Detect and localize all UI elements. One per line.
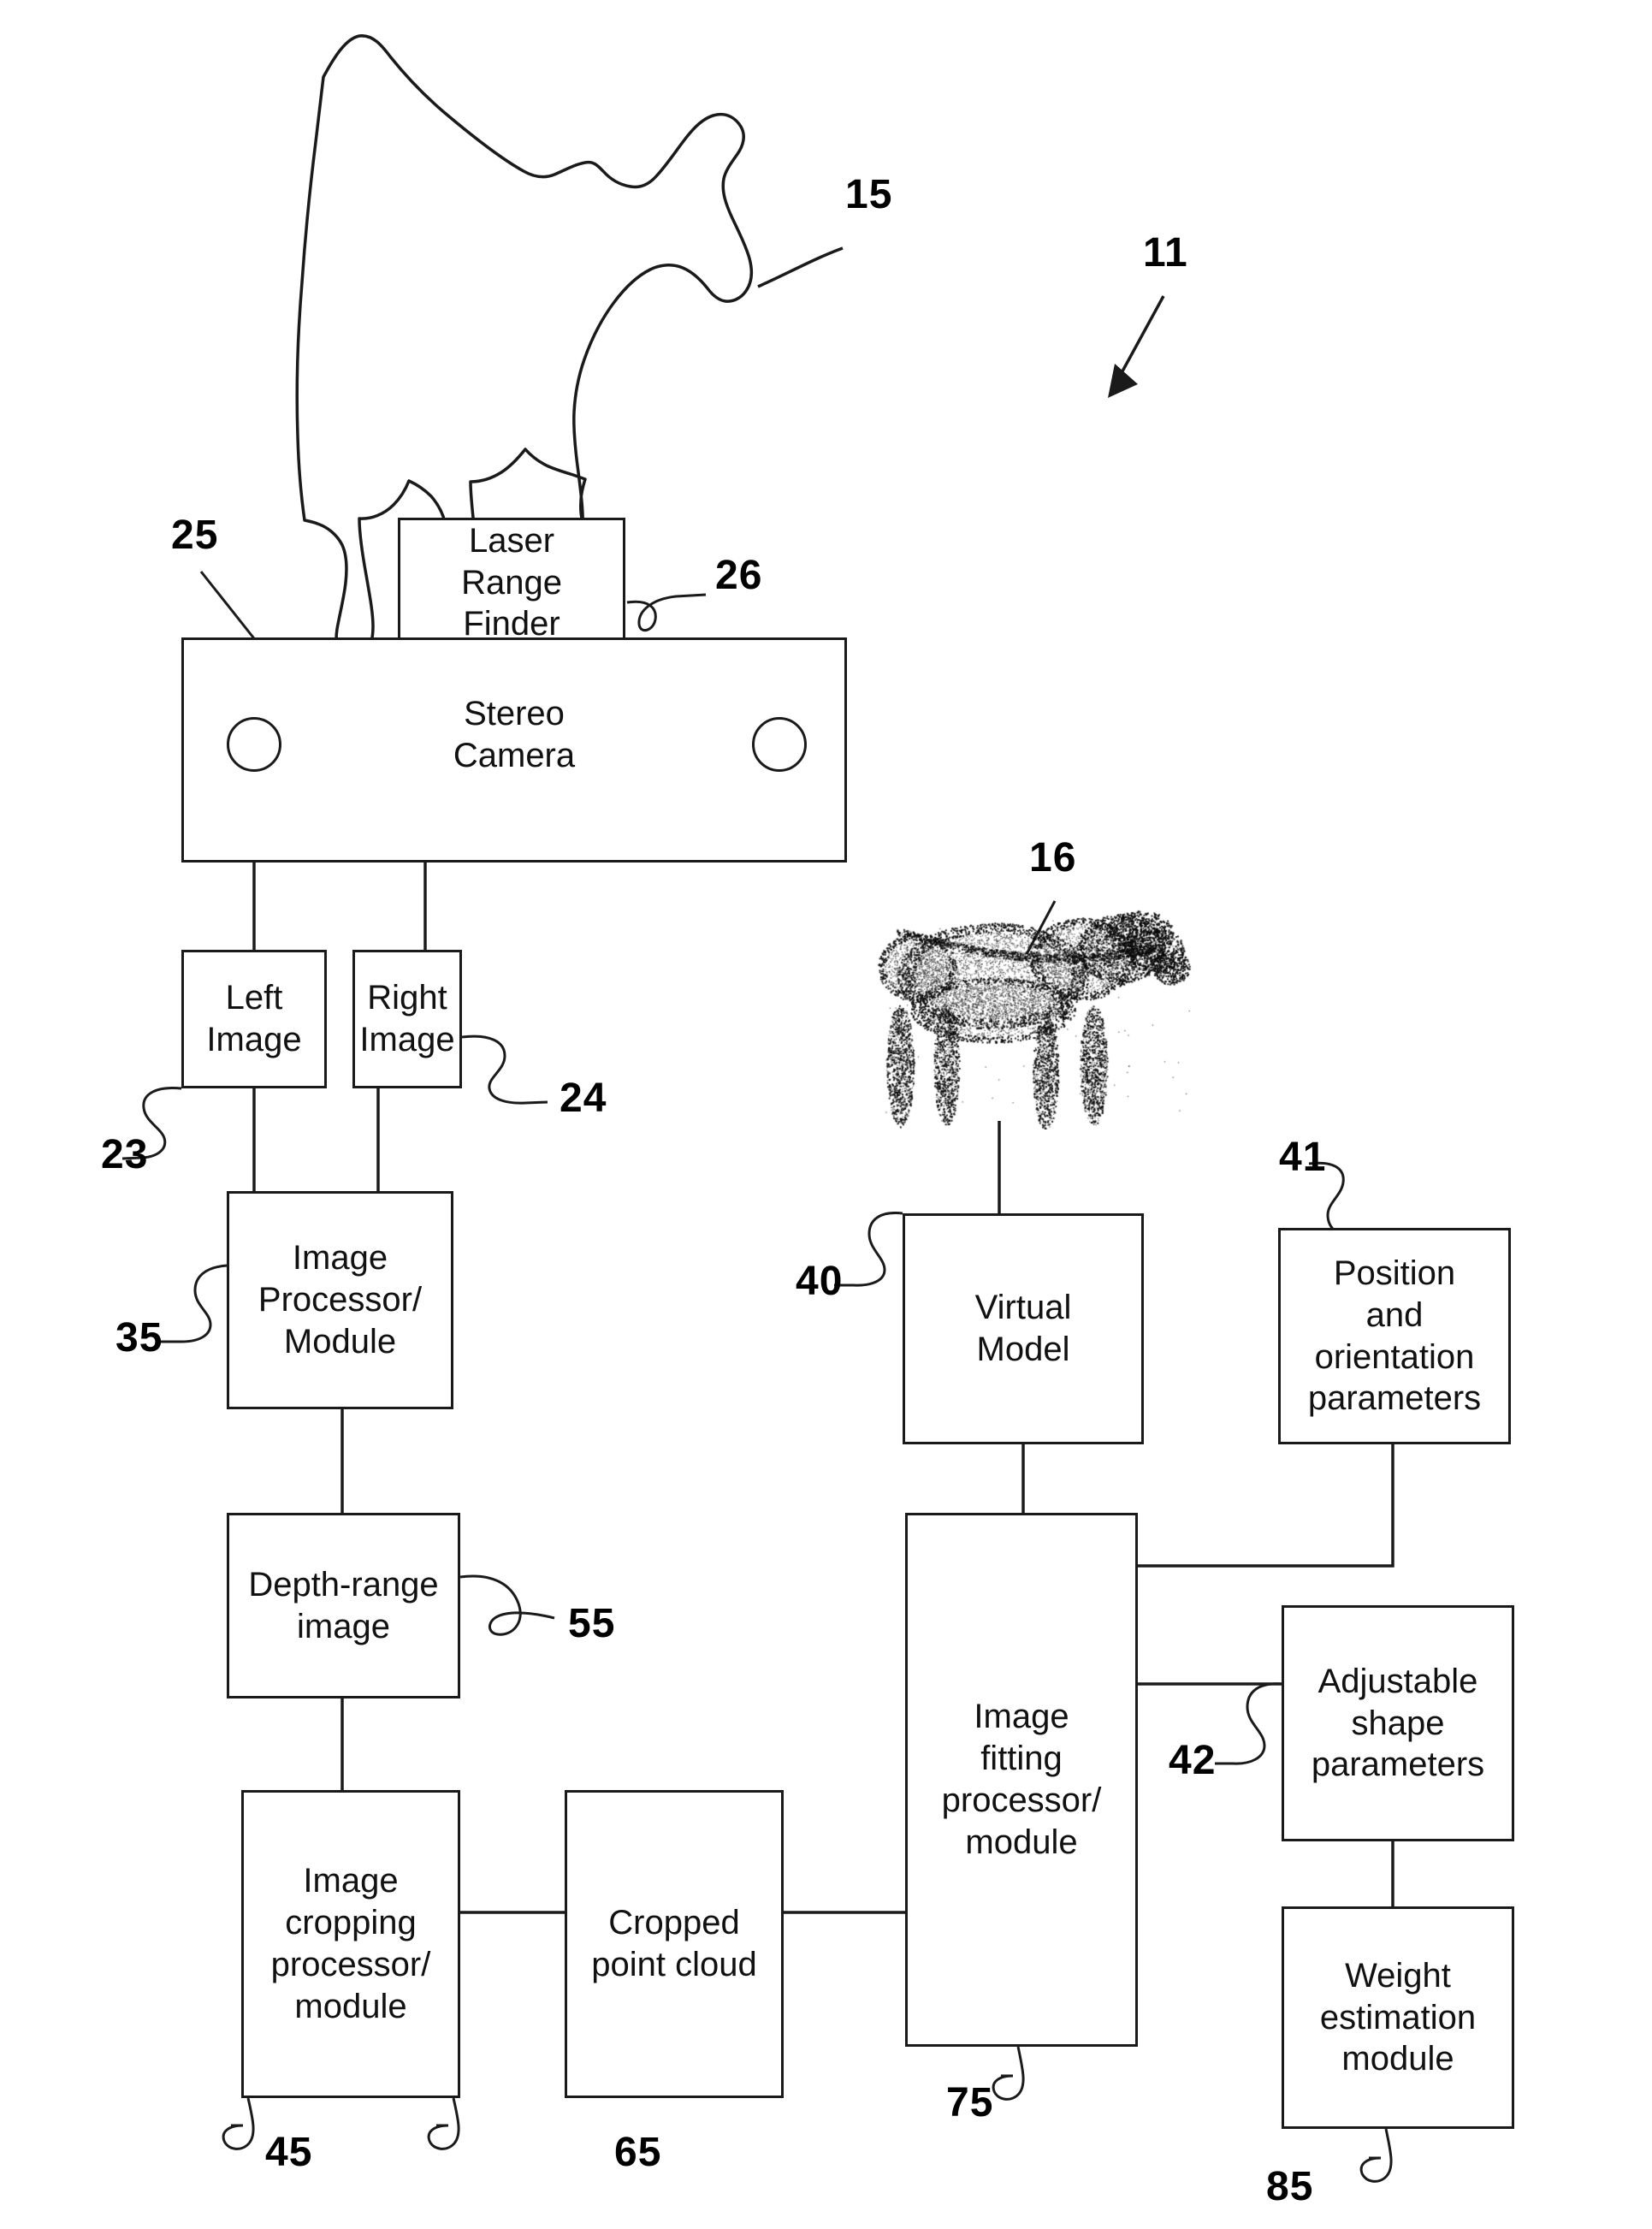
adjustable-shape-parameters-label: Adjustable shape parameters — [1312, 1661, 1484, 1786]
leader-15 — [758, 248, 843, 287]
image-cropping-processor-label: Image cropping processor/ module — [271, 1860, 431, 2027]
ref-85: 85 — [1266, 2163, 1313, 2210]
position-orientation-parameters-label: Position and orientation parameters — [1308, 1253, 1481, 1420]
left-lens-icon — [227, 717, 281, 772]
image-fitting-processor-label: Image fitting processor/ module — [942, 1696, 1102, 1863]
virtual-model-box[interactable]: Virtual Model — [903, 1213, 1144, 1444]
arrow-11-shaft — [1118, 296, 1164, 379]
depth-range-image-label: Depth-range image — [248, 1564, 438, 1648]
ref-15: 15 — [845, 171, 892, 218]
ref-35: 35 — [115, 1314, 163, 1361]
point-cloud-cow — [864, 881, 1206, 1129]
ref-26: 26 — [715, 552, 762, 599]
adjustable-shape-parameters-box[interactable]: Adjustable shape parameters — [1282, 1605, 1514, 1841]
ref-25: 25 — [171, 512, 218, 559]
ref-23: 23 — [101, 1131, 148, 1178]
ref-75: 75 — [946, 2079, 993, 2126]
ref-65: 65 — [614, 2129, 661, 2176]
right-lens-icon — [752, 717, 807, 772]
leader-75 — [993, 2047, 1023, 2099]
depth-range-image-box[interactable]: Depth-range image — [227, 1513, 460, 1698]
leader-40 — [834, 1213, 903, 1286]
image-fitting-processor-box[interactable]: Image fitting processor/ module — [905, 1513, 1138, 2047]
leader-45 — [223, 2098, 253, 2149]
left-image-label: Left Image — [206, 977, 301, 1061]
image-processor-box[interactable]: Image Processor/ Module — [227, 1191, 453, 1409]
laser-range-finder-label: Laser Range Finder — [461, 520, 562, 645]
right-image-label: Right Image — [359, 977, 454, 1061]
stereo-camera-box[interactable]: Stereo Camera — [181, 637, 847, 863]
image-cropping-processor-box[interactable]: Image cropping processor/ module — [241, 1790, 460, 2098]
ref-11: 11 — [1143, 229, 1188, 276]
leader-35 — [161, 1266, 227, 1342]
leader-42 — [1215, 1684, 1282, 1764]
patent-figure: Laser Range Finder Stereo Camera Left Im… — [0, 0, 1652, 2229]
left-image-box[interactable]: Left Image — [181, 950, 327, 1088]
ref-45: 45 — [265, 2129, 312, 2176]
image-processor-label: Image Processor/ Module — [258, 1237, 422, 1362]
ref-40: 40 — [796, 1258, 843, 1305]
virtual-model-label: Virtual Model — [975, 1287, 1072, 1371]
ref-55: 55 — [568, 1600, 615, 1647]
leader-24 — [462, 1036, 548, 1103]
conn-position-fitting — [1138, 1444, 1393, 1566]
ref-42: 42 — [1169, 1737, 1216, 1784]
cropped-point-cloud-box[interactable]: Cropped point cloud — [565, 1790, 784, 2098]
leader-85 — [1361, 2129, 1391, 2181]
ref-16: 16 — [1029, 834, 1076, 881]
ref-41: 41 — [1279, 1134, 1326, 1181]
leader-65 — [429, 2098, 459, 2149]
leader-26 — [627, 595, 706, 631]
arrow-11-head — [1108, 364, 1138, 398]
leader-55 — [460, 1576, 554, 1634]
laser-range-finder-box[interactable]: Laser Range Finder — [398, 518, 625, 648]
position-orientation-parameters-box[interactable]: Position and orientation parameters — [1278, 1228, 1511, 1444]
stereo-camera-label: Stereo Camera — [453, 693, 575, 777]
weight-estimation-module-label: Weight estimation module — [1320, 1955, 1476, 2080]
right-image-box[interactable]: Right Image — [352, 950, 462, 1088]
weight-estimation-module-box[interactable]: Weight estimation module — [1282, 1906, 1514, 2129]
ref-24: 24 — [560, 1075, 607, 1122]
cropped-point-cloud-label: Cropped point cloud — [591, 1902, 756, 1986]
leader-25 — [201, 572, 257, 642]
